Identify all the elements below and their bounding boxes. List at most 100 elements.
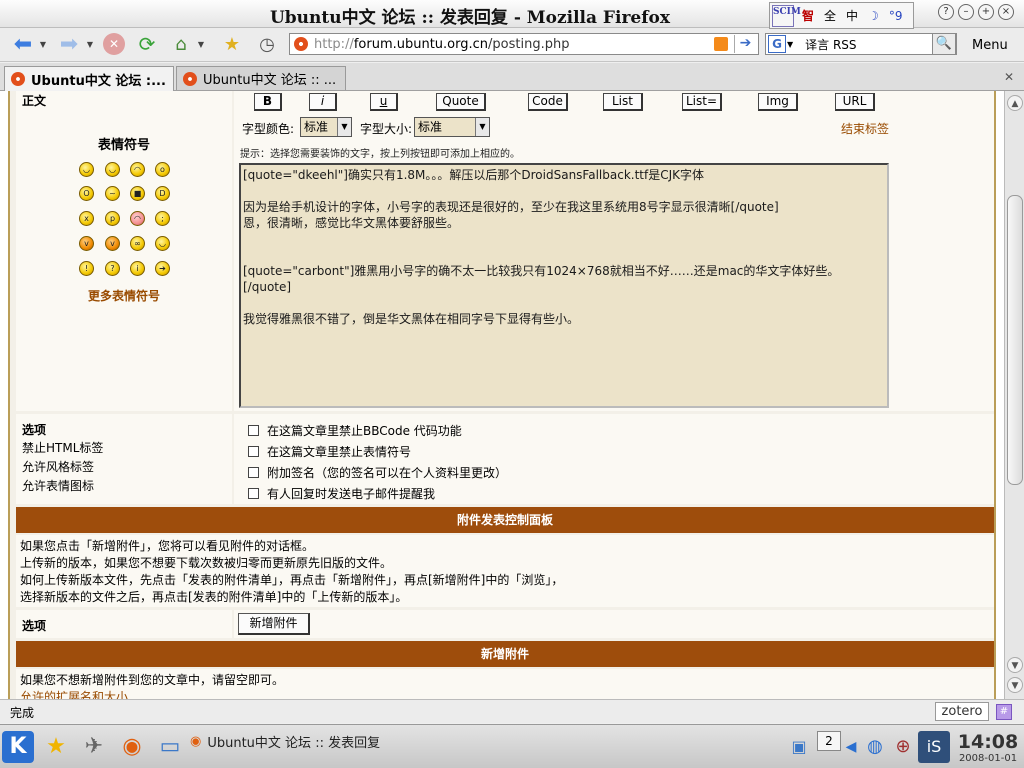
evil-icon[interactable]: v [79, 236, 94, 251]
sad-icon[interactable]: ◠ [130, 162, 145, 177]
forward-icon[interactable]: ➡ [56, 32, 82, 57]
menu-button[interactable]: Menu [972, 38, 1008, 53]
code-button[interactable]: Code [528, 93, 568, 111]
tray-expand-icon[interactable]: ◀ [843, 731, 859, 763]
smilies-label: 表情符号 [97, 138, 150, 153]
confused-icon[interactable]: ~ [105, 186, 120, 201]
ime-full-width[interactable]: 全 [824, 7, 836, 24]
wink-icon[interactable]: ◡ [155, 236, 170, 251]
reload-icon[interactable]: ⟳ [134, 32, 160, 56]
desktop-icon[interactable]: ▣ [786, 731, 812, 763]
allowed-extensions-link[interactable]: 允许的扩展名和大小 [20, 689, 128, 699]
img-button[interactable]: Img [758, 93, 798, 111]
checkbox[interactable] [248, 467, 259, 478]
rolleyes-icon[interactable]: ∞ [130, 236, 145, 251]
idea-icon[interactable]: i [130, 261, 145, 276]
scroll-down-icon[interactable]: ▼ [1007, 657, 1023, 673]
bold-button[interactable]: B [254, 93, 282, 111]
home-icon[interactable]: ⌂ [168, 33, 194, 55]
grin-icon[interactable]: ◡ [105, 162, 120, 177]
kde-menu-icon[interactable]: K [2, 731, 34, 763]
close-tags-link[interactable]: 结束标签 [841, 120, 889, 137]
list-button[interactable]: List [603, 93, 643, 111]
send-plane-icon[interactable]: ✈ [78, 731, 110, 763]
italic-button[interactable]: i [309, 93, 337, 111]
page-scrollbar[interactable]: ▲ ▼ ▼ [1004, 91, 1024, 699]
textarea-line: [quote="carbont"]雅黑用小号字的确不太一比较我只有1024×76… [243, 264, 840, 278]
checkbox[interactable] [248, 488, 259, 499]
twisted-icon[interactable]: v [105, 236, 120, 251]
scroll-down-icon[interactable]: ▼ [1007, 677, 1023, 693]
url-button[interactable]: URL [835, 93, 875, 111]
tab-forum[interactable]: Ubuntu中文 论坛 :: ... [176, 66, 346, 90]
smile-icon[interactable]: ◡ [79, 162, 94, 177]
embarrassed-icon[interactable]: ◠ [130, 211, 145, 226]
ime-chinese[interactable]: 中 [846, 7, 858, 24]
scroll-thumb[interactable] [1007, 195, 1023, 485]
exclaim-icon[interactable]: ! [79, 261, 94, 276]
search-input[interactable]: 译言 RSS [805, 36, 856, 53]
razz-icon[interactable]: p [105, 211, 120, 226]
tab-posting[interactable]: Ubuntu中文 论坛 :... [4, 66, 174, 91]
add-attachment-button[interactable]: 新增附件 [238, 613, 310, 635]
network-icon[interactable]: ◍ [862, 731, 888, 763]
font-size-select[interactable]: 标准 ▼ [414, 117, 490, 137]
ime-punct[interactable]: °9 [889, 9, 903, 23]
stop-icon[interactable]: ✕ [101, 33, 127, 55]
search-engine-icon[interactable]: G [768, 35, 786, 53]
maximize-icon[interactable]: + [978, 4, 994, 20]
extension-icon[interactable]: # [996, 704, 1012, 720]
history-clock-icon[interactable]: ◷ [254, 33, 280, 55]
ordered-list-button[interactable]: List= [682, 93, 722, 111]
scroll-up-icon[interactable]: ▲ [1007, 95, 1023, 111]
bookmark-icon[interactable]: ★ [219, 33, 245, 55]
back-dropdown-icon[interactable]: ▼ [38, 33, 48, 55]
favorites-star-icon[interactable]: ★ [40, 731, 72, 763]
cry-icon[interactable]: ; [155, 211, 170, 226]
clock[interactable]: 14:08 2008-01-01 [955, 731, 1021, 764]
checkbox[interactable] [248, 425, 259, 436]
disable-smilies-option[interactable]: 在这篇文章里禁止表情符号 [248, 443, 411, 460]
zotero-button[interactable]: zotero [935, 702, 989, 721]
go-arrow-icon[interactable]: ➔ [734, 35, 756, 53]
arrow-icon[interactable]: ➔ [155, 261, 170, 276]
ime-toolbar[interactable]: SCIM 智 全 中 ☽ °9 [769, 2, 914, 29]
underline-button[interactable]: u [370, 93, 398, 111]
ime-zhi[interactable]: 智 [802, 7, 814, 24]
surprised-icon[interactable]: o [155, 162, 170, 177]
mad-icon[interactable]: x [79, 211, 94, 226]
input-method-icon[interactable]: iS [918, 731, 950, 763]
quote-button[interactable]: Quote [436, 93, 486, 111]
bbcode-status[interactable]: 允许风格标签 [22, 458, 94, 475]
message-textarea[interactable]: [quote="dkeehl"]确实只有1.8M。。。解压以后那个DroidSa… [239, 163, 889, 408]
disable-bbcode-option[interactable]: 在这篇文章里禁止BBCode 代码功能 [248, 422, 462, 439]
close-icon[interactable]: × [998, 4, 1014, 20]
url-bar[interactable]: http:// forum.ubuntu.org.cn /posting.php… [289, 33, 759, 55]
search-icon[interactable]: 🔍 [932, 33, 956, 55]
help-icon[interactable]: ? [938, 4, 954, 20]
home-dropdown-icon[interactable]: ▼ [196, 33, 206, 55]
search-box[interactable]: G ▼ 译言 RSS 🔍 [765, 33, 957, 55]
rss-feed-icon[interactable] [714, 37, 728, 51]
back-icon[interactable]: ⬅ [10, 32, 36, 57]
attach-signature-option[interactable]: 附加签名（您的签名可以在个人资料里更改） [248, 464, 507, 481]
tray-app-icon[interactable]: ⊕ [890, 731, 916, 763]
notify-reply-option[interactable]: 有人回复时发送电子邮件提醒我 [248, 485, 435, 502]
ime-moon-icon[interactable]: ☽ [868, 9, 879, 23]
font-color-select[interactable]: 标准 ▼ [300, 117, 352, 137]
terminal-icon[interactable]: ▭ [154, 731, 186, 763]
firefox-icon[interactable]: ◉ [116, 731, 148, 763]
shocked-icon[interactable]: O [79, 186, 94, 201]
forward-dropdown-icon[interactable]: ▼ [85, 33, 95, 55]
search-engine-dropdown-icon[interactable]: ▼ [787, 40, 793, 49]
scim-logo[interactable]: SCIM [772, 4, 801, 27]
checkbox[interactable] [248, 446, 259, 457]
laugh-icon[interactable]: D [155, 186, 170, 201]
minimize-icon[interactable]: – [958, 4, 974, 20]
virtual-desktop-pager[interactable]: 2 [817, 731, 841, 751]
more-smilies-link[interactable]: 更多表情符号 [16, 287, 232, 304]
taskbar-firefox-task[interactable]: ◉ Ubuntu中文 论坛 :: 发表回复 [190, 729, 386, 753]
cool-icon[interactable]: ■ [130, 186, 145, 201]
close-tab-icon[interactable]: ✕ [1004, 70, 1014, 84]
question-icon[interactable]: ? [105, 261, 120, 276]
